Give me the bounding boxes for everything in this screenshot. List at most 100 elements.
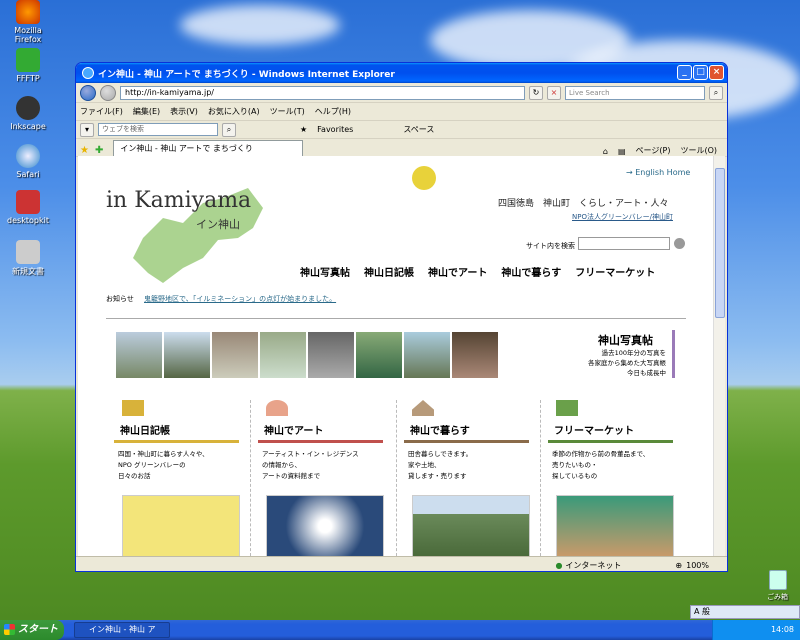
security-zone: インターネット (565, 560, 622, 570)
start-button[interactable]: スタート (0, 620, 64, 640)
desktop-icon-firefox[interactable]: Mozilla Firefox (0, 0, 56, 44)
zoom-level[interactable]: 100% (686, 561, 709, 570)
stop-button[interactable]: × (547, 85, 561, 100)
column-image[interactable] (122, 495, 240, 556)
english-home-link[interactable]: → English Home (626, 168, 690, 177)
column-divider (250, 400, 251, 556)
photo-thumbnail[interactable] (356, 332, 402, 378)
column-image[interactable] (266, 495, 384, 556)
menu-favorites[interactable]: お気に入り(A) (208, 106, 260, 117)
photo-thumbnail[interactable] (164, 332, 210, 378)
page-menu[interactable]: ページ(P) (636, 145, 671, 156)
photobook-desc-line: 各家庭から集めた大写真帳 (588, 359, 666, 367)
nav-diary[interactable]: 神山日記帳 (364, 264, 414, 279)
photobook-title[interactable]: 神山写真帖 (598, 332, 653, 348)
site-logo[interactable]: in Kamiyama (106, 188, 251, 213)
column-image[interactable] (412, 495, 530, 556)
news-label: お知らせ (106, 295, 134, 303)
column-description: 季節の作物から前の骨董品まで、 売りたいもの・ 探しているもの (548, 449, 678, 489)
menu-help[interactable]: ヘルプ(H) (315, 106, 351, 117)
column-title[interactable]: 神山日記帳 (114, 422, 244, 437)
back-button[interactable] (80, 84, 96, 101)
web-search-input[interactable]: ウェブを検索 (98, 123, 218, 136)
language-bar[interactable]: A 般 (690, 605, 800, 619)
photo-thumbnail[interactable] (404, 332, 450, 378)
address-toolbar: http://in-kamiyama.jp/ ↻ × Live Search ⌕ (76, 83, 727, 103)
nav-flea-market[interactable]: フリーマーケット (575, 264, 655, 279)
tab-title: イン神山 - 神山 アートで まちづくり (120, 144, 253, 153)
home-icon[interactable]: ⌂ (603, 147, 608, 156)
divider (106, 318, 686, 319)
nav-living[interactable]: 神山で暮らす (501, 264, 561, 279)
column-image[interactable] (556, 495, 674, 556)
column-title[interactable]: 神山でアート (258, 422, 388, 437)
column-underline (258, 440, 383, 443)
news-link[interactable]: 鬼籠野地区で、「イルミネーション」の点灯が始まりました。 (144, 294, 336, 304)
recycle-bin[interactable]: ごみ箱 (755, 570, 800, 602)
globe-icon: ● (555, 560, 563, 570)
vertical-scrollbar[interactable] (713, 156, 725, 556)
column-title[interactable]: フリーマーケット (548, 422, 678, 437)
address-text: http://in-kamiyama.jp/ (125, 88, 214, 97)
column-desc-line: 貸します・売ります (408, 472, 467, 480)
maximize-button[interactable]: □ (693, 65, 708, 80)
favorites-center-icon[interactable]: ★ (80, 145, 89, 156)
column-underline (548, 440, 673, 443)
live-search-placeholder: Live Search (569, 88, 610, 97)
site-search-label: サイト内を検索 (526, 242, 575, 250)
photo-thumbnail[interactable] (116, 332, 162, 378)
market-icon (556, 400, 578, 416)
web-search-icon[interactable]: ⌕ (222, 122, 236, 137)
title-bar[interactable]: イン神山 - 神山 アートで まちづくり - Windows Internet … (76, 63, 727, 83)
photo-thumbnail[interactable] (260, 332, 306, 378)
refresh-button[interactable]: ↻ (529, 85, 543, 100)
column-desc-line: の情報から、 (262, 461, 301, 469)
taskbar-item-browser[interactable]: イン神山 - 神山 アー... (74, 622, 170, 640)
desktop-icon-newdoc[interactable]: 新規文書 (0, 240, 56, 277)
column-title[interactable]: 神山で暮らす (404, 422, 534, 437)
add-favorites-icon[interactable]: ✚ (95, 145, 103, 156)
address-bar[interactable]: http://in-kamiyama.jp/ (120, 85, 525, 100)
tab-in-kamiyama[interactable]: イン神山 - 神山 アートで まちづくり (113, 140, 304, 156)
column-underline (114, 440, 239, 443)
menu-tools[interactable]: ツール(T) (270, 106, 305, 117)
column-desc-line: 家や土地、 (408, 461, 441, 469)
desktop-icon-label: Inkscape (10, 122, 46, 131)
house-icon (412, 400, 434, 416)
inkscape-icon (16, 96, 40, 120)
notebook-icon (122, 400, 144, 416)
photo-thumbnail[interactable] (308, 332, 354, 378)
scrollbar-thumb[interactable] (715, 168, 725, 318)
menu-view[interactable]: 表示(V) (170, 106, 198, 117)
favorites-star-icon: ★ (300, 125, 308, 134)
photobook-desc-line: 過去100年分の写真を (601, 349, 666, 357)
npo-link[interactable]: NPO法人グリーンバレー/神山町 (572, 212, 673, 222)
close-button[interactable]: × (709, 65, 724, 80)
tools-menu[interactable]: ツール(O) (680, 145, 717, 156)
photo-thumbnail[interactable] (212, 332, 258, 378)
toolbar-logo-icon[interactable]: ▾ (80, 122, 94, 137)
minimize-button[interactable]: _ (677, 65, 692, 80)
site-tagline: 四国徳島 神山町 くらし・アート・人々 (498, 199, 669, 209)
nav-art[interactable]: 神山でアート (428, 264, 487, 279)
menu-edit[interactable]: 編集(E) (133, 106, 160, 117)
desktop-icon-ffftp[interactable]: FFFTP (0, 48, 56, 83)
site-search-button[interactable] (674, 238, 685, 249)
photo-thumbnail[interactable] (452, 332, 498, 378)
desktop-icon-safari[interactable]: Safari (0, 144, 56, 179)
site-search-input[interactable] (578, 237, 670, 250)
clock[interactable]: 14:08 (771, 625, 794, 634)
desktop-icon-desktopkit[interactable]: desktopkit (0, 190, 56, 225)
menu-file[interactable]: ファイル(F) (80, 106, 123, 117)
space-button[interactable]: スペース (403, 124, 434, 135)
nav-photobook[interactable]: 神山写真帖 (300, 264, 350, 279)
column-desc-line: NPO グリーンバレーの (118, 461, 186, 469)
print-icon[interactable]: ▤ (618, 147, 626, 156)
live-search-input[interactable]: Live Search (565, 85, 705, 100)
column-description: アーティスト・イン・レジデンス の情報から、 アートの資料館まで (258, 449, 388, 489)
search-icon[interactable]: ⌕ (709, 85, 723, 100)
column-desc-line: アーティスト・イン・レジデンス (262, 450, 359, 458)
desktop-icon-inkscape[interactable]: Inkscape (0, 96, 56, 131)
favorites-button[interactable]: Favorites (317, 125, 353, 134)
forward-button[interactable] (100, 84, 116, 101)
